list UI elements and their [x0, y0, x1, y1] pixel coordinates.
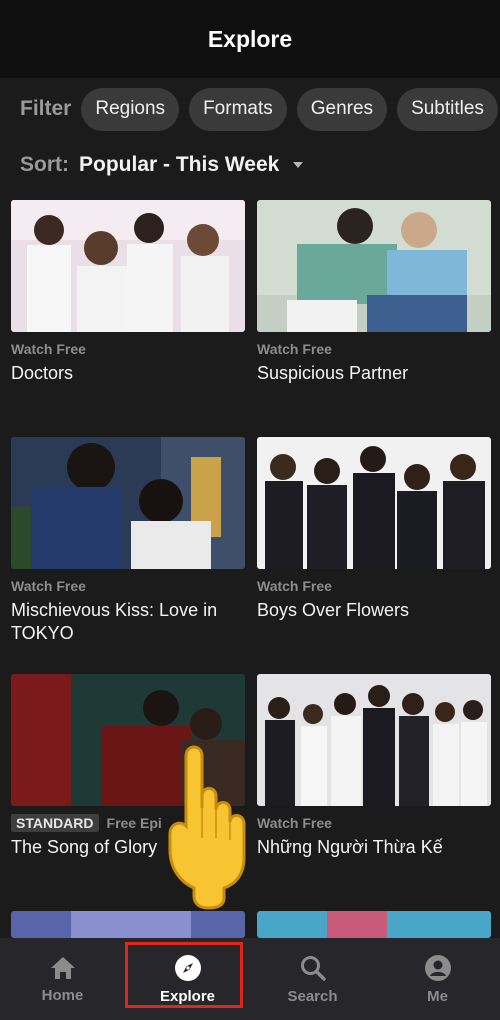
filter-chip-genres[interactable]: Genres — [296, 87, 388, 131]
filter-chip-formats[interactable]: Formats — [189, 87, 287, 131]
show-card-doctors[interactable]: Watch Free Doctors — [11, 200, 245, 385]
nav-me[interactable]: Me — [375, 938, 500, 1020]
standard-badge: STANDARD — [11, 814, 99, 832]
show-thumbnail[interactable] — [11, 911, 245, 938]
top-bar: Explore — [0, 0, 500, 78]
watch-free-label: Watch Free — [11, 578, 86, 594]
show-thumbnail[interactable] — [257, 911, 491, 938]
show-card-partial[interactable] — [257, 911, 491, 938]
show-card-boys-over-flowers[interactable]: Watch Free Boys Over Flowers — [257, 437, 491, 622]
show-title[interactable]: Boys Over Flowers — [257, 599, 491, 622]
nav-home[interactable]: Home — [0, 938, 125, 1020]
page-title: Explore — [207, 25, 293, 52]
nav-label: Me — [427, 987, 448, 1005]
chevron-down-icon[interactable] — [293, 162, 304, 168]
filter-row: Filter Regions Formats Genres Subtitles — [0, 87, 500, 131]
filter-chip-subtitles[interactable]: Subtitles — [397, 87, 498, 131]
show-thumbnail[interactable] — [257, 200, 491, 332]
nav-search[interactable]: Search — [250, 938, 375, 1020]
show-thumbnail[interactable] — [11, 200, 245, 332]
sort-selector[interactable]: Sort: Popular - This Week — [20, 150, 304, 180]
show-title[interactable]: Suspicious Partner — [257, 362, 491, 385]
watch-free-label: Watch Free — [257, 578, 332, 594]
home-icon — [50, 956, 75, 979]
show-card-suspicious-partner[interactable]: Watch Free Suspicious Partner — [257, 200, 491, 385]
filter-chip-regions[interactable]: Regions — [81, 87, 180, 131]
show-thumbnail[interactable] — [257, 437, 491, 569]
show-card-partial[interactable] — [11, 911, 245, 938]
nav-label: Home — [41, 986, 84, 1004]
search-icon — [300, 955, 326, 981]
sort-value[interactable]: Popular - This Week — [79, 153, 279, 177]
filter-label: Filter — [20, 97, 72, 120]
watch-free-label: Watch Free — [11, 341, 86, 357]
watch-free-label: Watch Free — [257, 341, 332, 357]
show-thumbnail[interactable] — [257, 674, 491, 806]
show-title[interactable]: Doctors — [11, 362, 245, 385]
show-card-the-heirs[interactable]: Watch Free Những Người Thừa Kế — [257, 674, 491, 859]
watch-free-label: Watch Free — [257, 815, 332, 831]
free-episode-label: Free Epi — [106, 815, 162, 831]
person-icon — [424, 954, 451, 981]
explore-highlight-box — [125, 942, 243, 1008]
pointing-hand-icon — [158, 738, 258, 910]
show-title[interactable]: Mischievous Kiss: Love in TOKYO — [11, 599, 245, 645]
bottom-nav: Home Explore Search Me — [0, 938, 500, 1020]
sort-label: Sort: — [20, 153, 69, 176]
nav-label: Search — [287, 987, 338, 1005]
show-thumbnail[interactable] — [11, 437, 245, 569]
show-title[interactable]: Những Người Thừa Kế — [257, 836, 491, 859]
show-card-mischievous-kiss[interactable]: Watch Free Mischievous Kiss: Love in TOK… — [11, 437, 245, 645]
